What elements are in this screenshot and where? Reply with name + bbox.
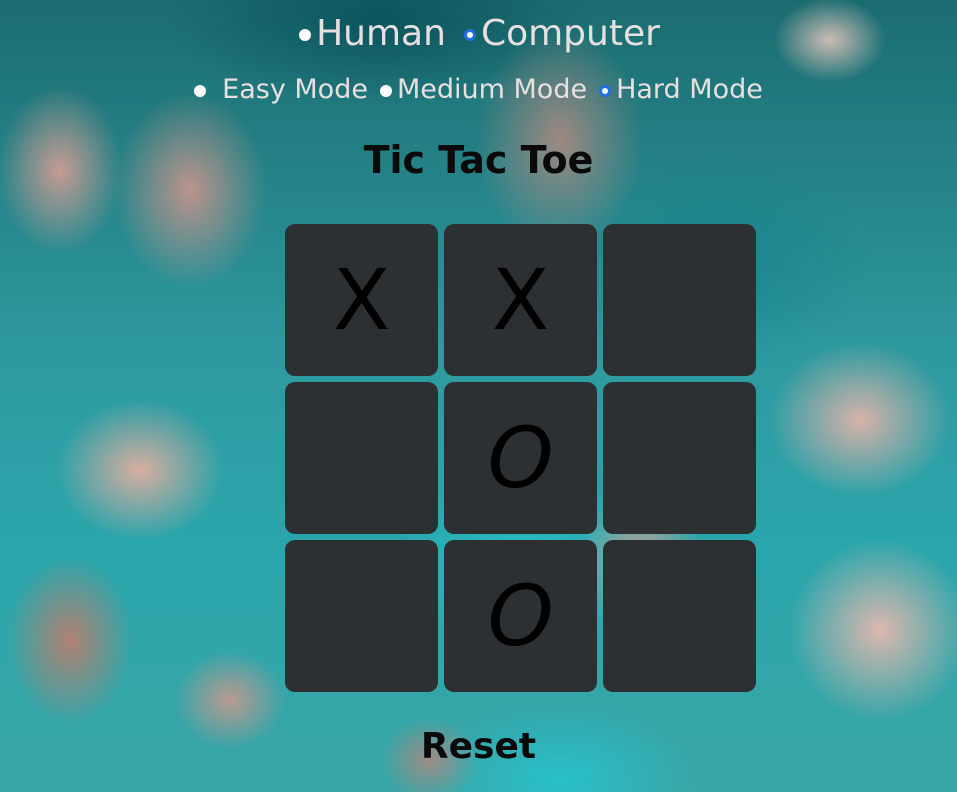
mode-option-easy[interactable]: Easy Mode <box>194 74 368 105</box>
player-option-human[interactable]: Human <box>299 13 446 54</box>
mode-option-hard-label: Hard Mode <box>616 73 763 105</box>
board-cell-4[interactable]: O <box>444 382 597 534</box>
mode-option-easy-label: Easy Mode <box>222 73 368 105</box>
radio-human[interactable] <box>299 29 312 41</box>
board-cell-1[interactable]: X <box>444 224 597 376</box>
board-cell-0[interactable]: X <box>285 224 438 376</box>
mode-option-medium-label: Medium Mode <box>396 73 588 105</box>
difficulty-selector: Easy Mode Medium Mode Hard Mode <box>0 70 957 108</box>
radio-easy[interactable] <box>194 85 207 97</box>
player-option-computer[interactable]: Computer <box>463 12 660 54</box>
player-option-computer-label: Computer <box>480 12 660 54</box>
board-cell-3[interactable] <box>285 382 438 534</box>
board-cell-8[interactable] <box>603 540 756 692</box>
radio-computer[interactable] <box>463 29 476 41</box>
reset-button[interactable]: Reset <box>0 726 957 767</box>
reset-button-label: Reset <box>420 726 537 767</box>
game-board: X X O O <box>285 224 756 693</box>
radio-hard[interactable] <box>599 85 612 97</box>
player-option-human-label: Human <box>316 12 446 54</box>
board-cell-2[interactable] <box>603 224 756 376</box>
player-selector: Human Computer <box>0 10 957 56</box>
radio-medium[interactable] <box>379 85 392 97</box>
board-cell-5[interactable] <box>603 382 756 534</box>
game-title: Tic Tac Toe <box>363 138 594 182</box>
game-container: Human Computer Easy Mode Medium Mode Har… <box>0 0 957 792</box>
board-cell-7[interactable]: O <box>444 540 597 692</box>
board-cell-6[interactable] <box>285 540 438 692</box>
mode-option-medium[interactable]: Medium Mode <box>379 73 588 105</box>
mode-option-hard[interactable]: Hard Mode <box>599 74 763 105</box>
